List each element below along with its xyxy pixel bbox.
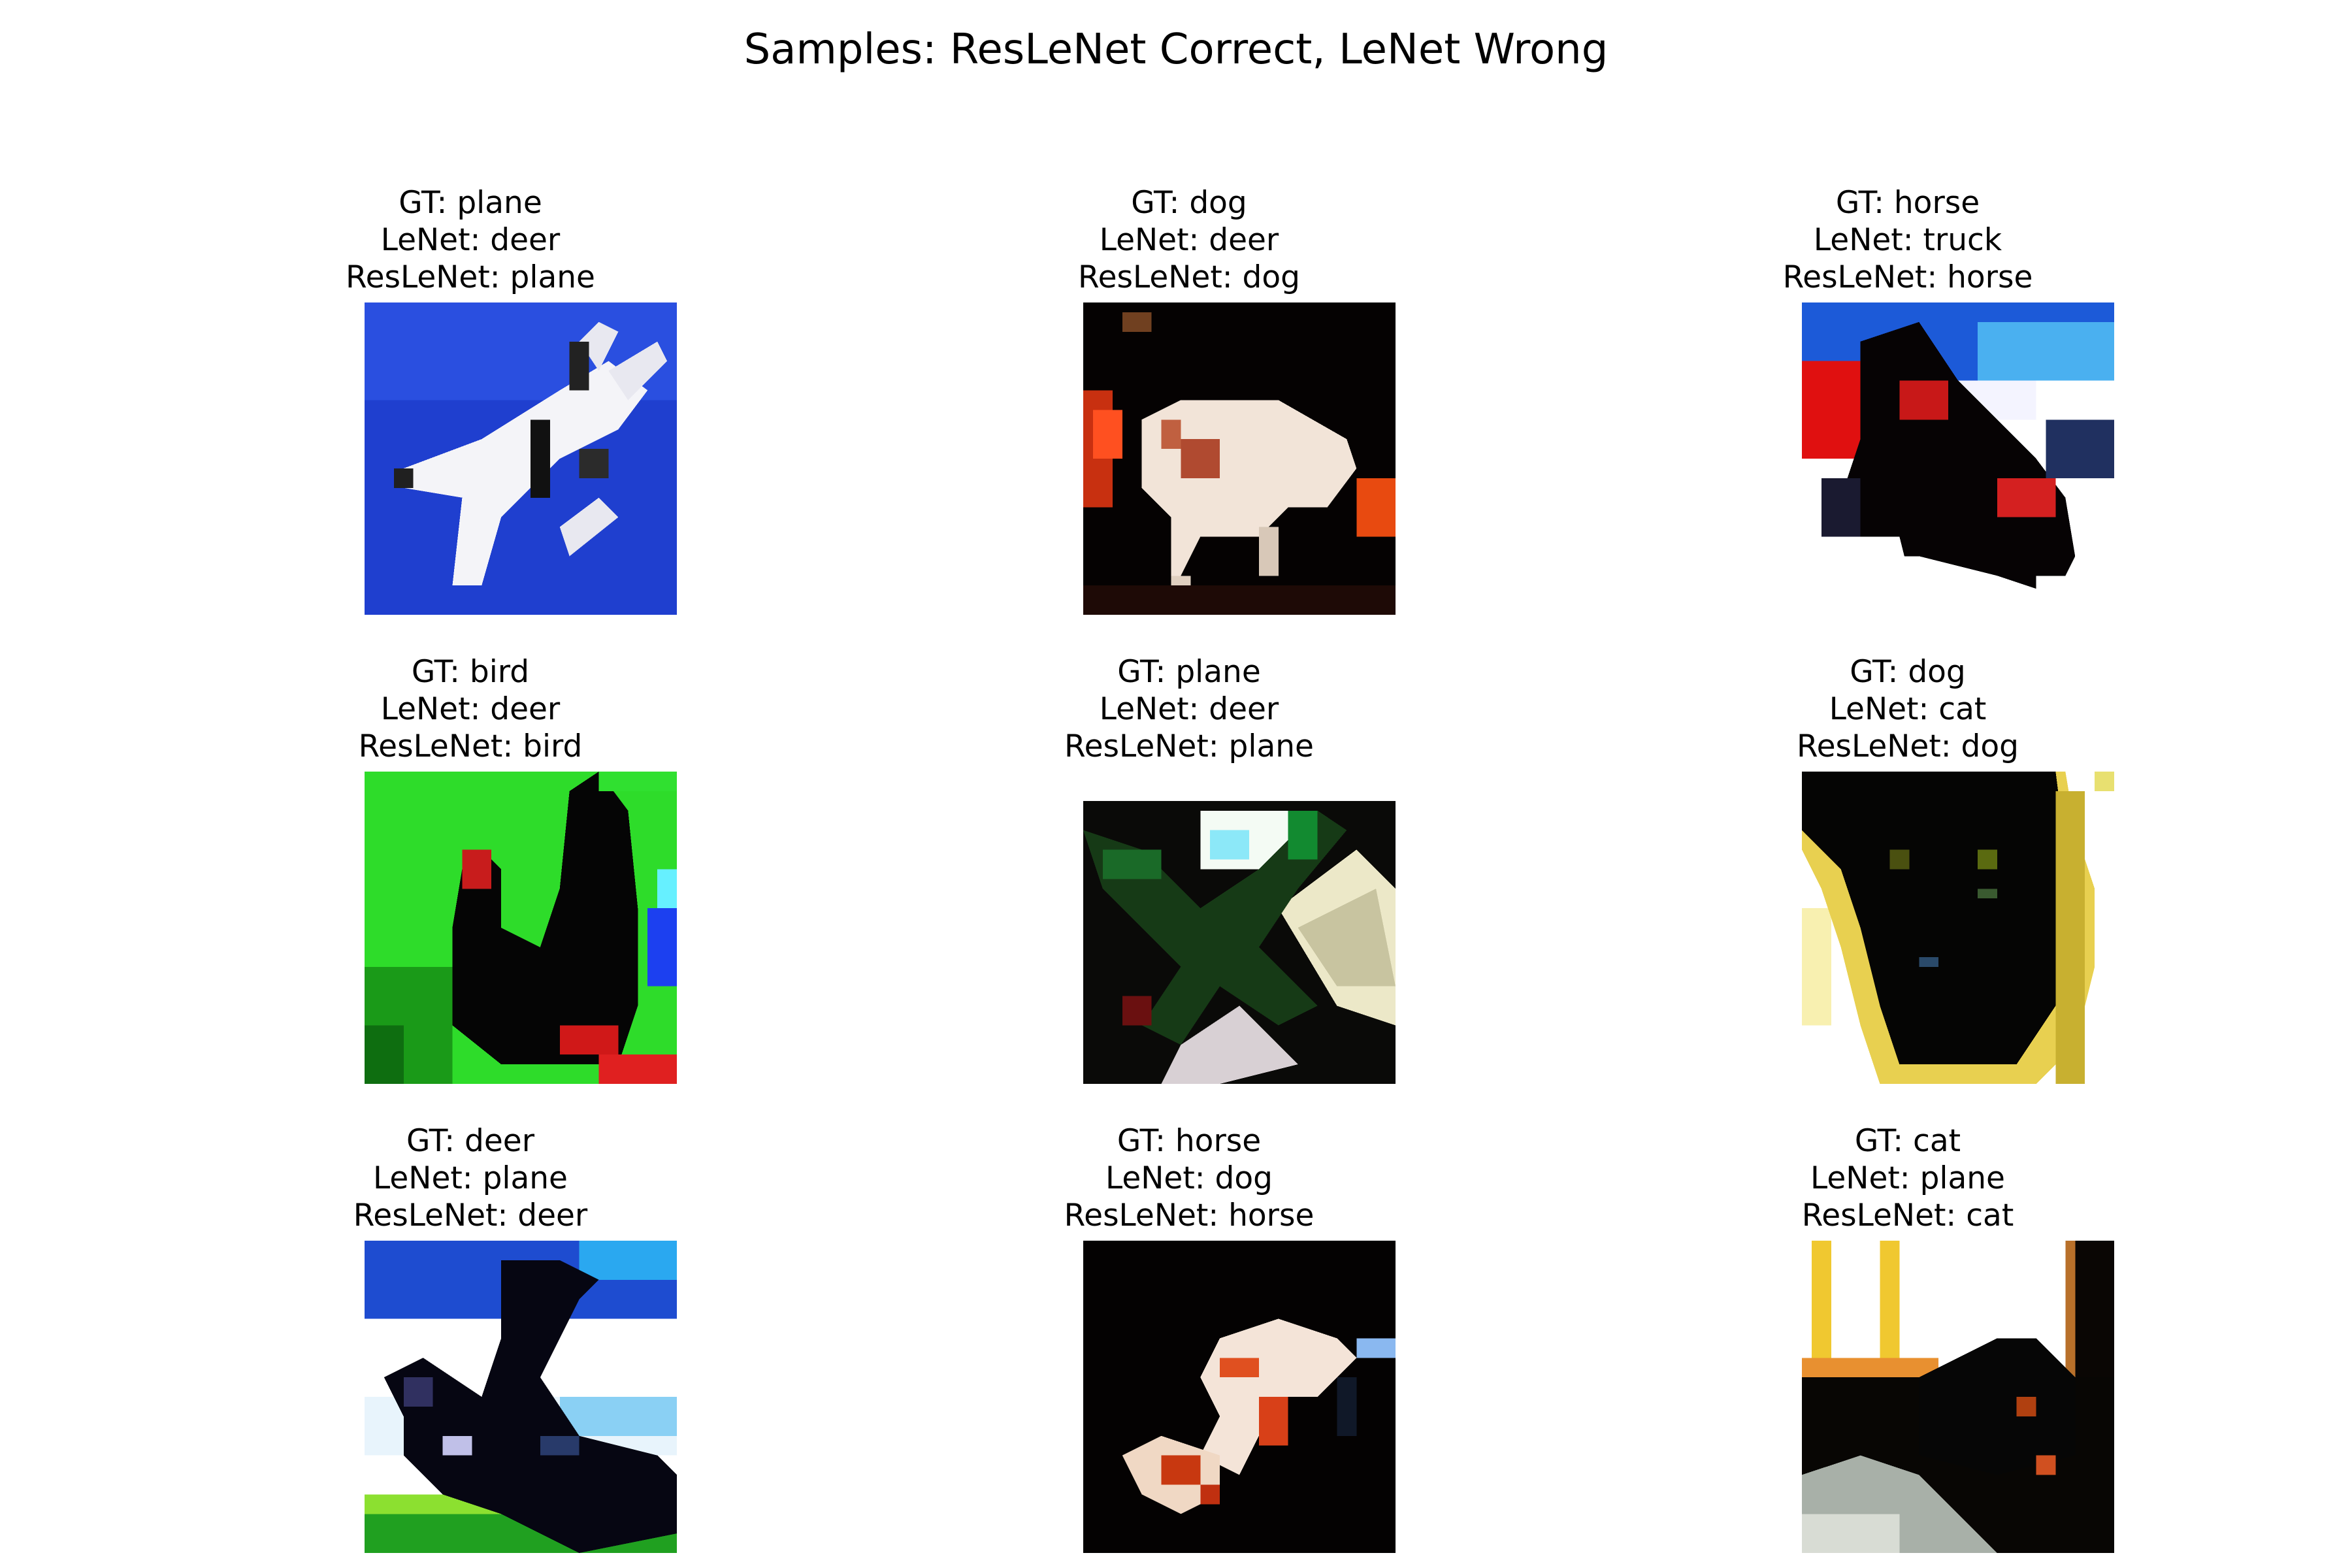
sample-image: [1083, 1241, 1396, 1553]
sample-image: [365, 1241, 677, 1553]
sample-panel: GT: horse LeNet: truck ResLeNet: horse: [1614, 184, 2202, 615]
reslenet-prediction: ResLeNet: cat: [1801, 1198, 2014, 1233]
ground-truth-label: GT: deer: [406, 1123, 535, 1159]
lenet-prediction: LeNet: dog: [1105, 1160, 1273, 1196]
sample-caption: GT: plane LeNet: deer ResLeNet: plane: [176, 184, 764, 296]
sample-panel: GT: bird LeNet: deer ResLeNet: bird: [176, 653, 764, 1085]
lenet-prediction: LeNet: deer: [1099, 222, 1279, 258]
reslenet-prediction: ResLeNet: bird: [358, 728, 583, 764]
sample-caption: GT: bird LeNet: deer ResLeNet: bird: [176, 653, 764, 765]
sample-image: [1083, 302, 1396, 615]
sample-caption: GT: dog LeNet: deer ResLeNet: dog: [895, 184, 1483, 296]
ground-truth-label: GT: plane: [1117, 654, 1261, 690]
sample-image: [1802, 302, 2114, 615]
sample-image: [1802, 772, 2114, 1084]
sample-caption: GT: cat LeNet: plane ResLeNet: cat: [1614, 1122, 2202, 1234]
lenet-prediction: LeNet: plane: [373, 1160, 568, 1196]
sample-image: [365, 302, 677, 615]
sample-panel: GT: horse LeNet: dog ResLeNet: horse: [895, 1122, 1483, 1554]
reslenet-prediction: ResLeNet: plane: [346, 259, 595, 295]
sample-image: [1083, 772, 1396, 1084]
sample-caption: GT: dog LeNet: cat ResLeNet: dog: [1614, 653, 2202, 765]
ground-truth-label: GT: bird: [411, 654, 530, 690]
lenet-prediction: LeNet: deer: [1099, 691, 1279, 727]
reslenet-prediction: ResLeNet: plane: [1064, 728, 1314, 764]
sample-image: [1802, 1241, 2114, 1553]
reslenet-prediction: ResLeNet: horse: [1064, 1198, 1315, 1233]
ground-truth-label: GT: cat: [1854, 1123, 1961, 1159]
reslenet-prediction: ResLeNet: deer: [353, 1198, 588, 1233]
ground-truth-label: GT: dog: [1131, 185, 1247, 221]
lenet-prediction: LeNet: cat: [1829, 691, 1987, 727]
sample-panel: GT: plane LeNet: deer ResLeNet: plane: [176, 184, 764, 615]
sample-caption: GT: deer LeNet: plane ResLeNet: deer: [176, 1122, 764, 1234]
ground-truth-label: GT: dog: [1850, 654, 1966, 690]
reslenet-prediction: ResLeNet: horse: [1782, 259, 2033, 295]
lenet-prediction: LeNet: deer: [380, 691, 561, 727]
sample-image: [365, 772, 677, 1084]
sample-caption: GT: horse LeNet: truck ResLeNet: horse: [1614, 184, 2202, 296]
reslenet-prediction: ResLeNet: dog: [1797, 728, 2019, 764]
sample-caption: GT: plane LeNet: deer ResLeNet: plane: [895, 653, 1483, 765]
sample-panel: GT: plane LeNet: deer ResLeNet: plane: [895, 653, 1483, 1085]
figure-title: Samples: ResLeNet Correct, LeNet Wrong: [743, 25, 1609, 74]
lenet-prediction: LeNet: plane: [1810, 1160, 2005, 1196]
reslenet-prediction: ResLeNet: dog: [1078, 259, 1300, 295]
ground-truth-label: GT: plane: [399, 185, 542, 221]
ground-truth-label: GT: horse: [1835, 185, 1980, 221]
sample-panel: GT: dog LeNet: cat ResLeNet: dog: [1614, 653, 2202, 1085]
sample-panel: GT: deer LeNet: plane ResLeNet: deer: [176, 1122, 764, 1554]
ground-truth-label: GT: horse: [1117, 1123, 1262, 1159]
sample-panel: GT: dog LeNet: deer ResLeNet: dog: [895, 184, 1483, 615]
lenet-prediction: LeNet: truck: [1813, 222, 2002, 258]
sample-panel: GT: cat LeNet: plane ResLeNet: cat: [1614, 1122, 2202, 1554]
lenet-prediction: LeNet: deer: [380, 222, 561, 258]
sample-caption: GT: horse LeNet: dog ResLeNet: horse: [895, 1122, 1483, 1234]
